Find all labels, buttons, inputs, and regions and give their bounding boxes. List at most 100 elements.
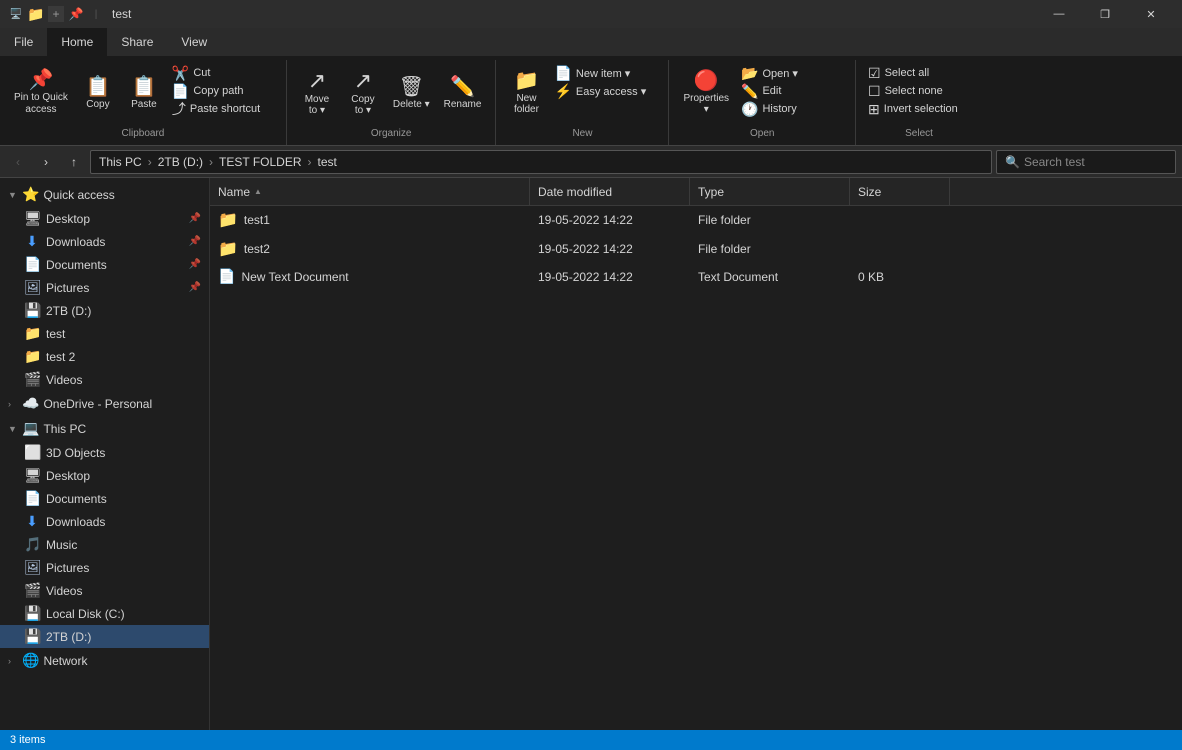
documents-quick-label: Documents <box>46 258 107 272</box>
maximize-button[interactable]: ❐ <box>1082 0 1128 28</box>
edit-icon: ✏️ <box>741 84 758 98</box>
col-name-label: Name <box>218 185 250 199</box>
select-small-buttons: ☑ Select all ☐ Select none ⊞ Invert sele… <box>864 64 974 118</box>
open-button[interactable]: 📂 Open ▾ <box>737 64 847 82</box>
paste-shortcut-button[interactable]: ⤴ Paste shortcut <box>168 100 278 118</box>
up-button[interactable]: ↑ <box>62 150 86 174</box>
downloads-quick-label: Downloads <box>46 235 105 249</box>
history-button[interactable]: 🕐 History <box>737 100 847 118</box>
properties-label: Properties▾ <box>683 93 729 115</box>
sidebar-item-videos-quick[interactable]: 🎬 Videos <box>0 368 209 391</box>
menu-share[interactable]: Share <box>107 28 167 56</box>
select-none-button[interactable]: ☐ Select none <box>864 82 974 100</box>
sidebar-item-documents-quick[interactable]: 📄 Documents 📌 <box>0 253 209 276</box>
move-to-button[interactable]: ↗ Moveto ▾ <box>295 64 339 122</box>
invert-icon: ⊞ <box>868 102 880 116</box>
sidebar-item-pictures-pc[interactable]: 🖼 Pictures <box>0 556 209 579</box>
sidebar-item-test2-quick[interactable]: 📁 test 2 <box>0 345 209 368</box>
sidebar-item-pictures-quick[interactable]: 🖼 Pictures 📌 <box>0 276 209 299</box>
search-box[interactable]: 🔍 Search test <box>996 150 1176 174</box>
test2-label: test 2 <box>46 350 75 364</box>
local-disk-icon: 💾 <box>24 605 40 622</box>
copy-path-button[interactable]: 📄 Copy path <box>168 82 278 100</box>
cut-button[interactable]: ✂️ Cut <box>168 64 278 82</box>
easy-access-button[interactable]: ⚡ Easy access ▾ <box>550 82 660 100</box>
table-row[interactable]: 📁 test1 19-05-2022 14:22 File folder <box>210 206 1182 235</box>
sidebar-item-downloads-pc[interactable]: ⬇ Downloads <box>0 510 209 533</box>
sidebar-onedrive-header[interactable]: › ☁️ OneDrive - Personal <box>0 391 209 416</box>
open-label: Open <box>750 128 774 141</box>
properties-button[interactable]: 🔴 Properties▾ <box>677 64 735 122</box>
copy-to-button[interactable]: ↗ Copyto ▾ <box>341 64 385 122</box>
rename-button[interactable]: ✏️ Rename <box>438 64 488 122</box>
file-type-cell: File folder <box>690 213 850 227</box>
paste-button[interactable]: 📋 Paste <box>122 64 166 122</box>
new-folder-button[interactable]: 📁 Newfolder <box>504 64 548 122</box>
table-row[interactable]: 📁 test2 19-05-2022 14:22 File folder <box>210 235 1182 264</box>
sidebar-item-3d-objects[interactable]: ⬜ 3D Objects <box>0 441 209 464</box>
open-buttons: 🔴 Properties▾ 📂 Open ▾ ✏️ Edit 🕐 History <box>677 64 847 128</box>
new-folder-label: Newfolder <box>514 93 539 115</box>
this-pc-icon: 💻 <box>22 420 39 437</box>
ribbon-group-new: 📁 Newfolder 📄 New item ▾ ⚡ Easy access ▾… <box>496 60 669 145</box>
table-row[interactable]: 📄 New Text Document 19-05-2022 14:22 Tex… <box>210 264 1182 290</box>
menu-home[interactable]: Home <box>47 28 107 56</box>
sidebar-item-2tb-quick[interactable]: 💾 2TB (D:) <box>0 299 209 322</box>
file-name: test2 <box>244 242 270 256</box>
sidebar-item-desktop-quick[interactable]: 🖥 Desktop 📌 <box>0 207 209 230</box>
expand-icon: ▼ <box>8 190 18 200</box>
new-folder-icon: 📁 <box>514 71 539 91</box>
address-bar[interactable]: This PC › 2TB (D:) › TEST FOLDER › test <box>90 150 992 174</box>
easy-access-icon: ⚡ <box>554 84 571 98</box>
ribbon-group-organize: ↗ Moveto ▾ ↗ Copyto ▾ 🗑 Delete ▾ ✏️ Rena… <box>287 60 497 145</box>
pin-quick-access-button[interactable]: 📌 Pin to Quickaccess <box>8 64 74 122</box>
sidebar-item-local-disk[interactable]: 💾 Local Disk (C:) <box>0 602 209 625</box>
sidebar-this-pc-header[interactable]: ▼ 💻 This PC <box>0 416 209 441</box>
sidebar-item-videos-pc[interactable]: 🎬 Videos <box>0 579 209 602</box>
documents-pc-icon: 📄 <box>24 490 40 507</box>
menu-file[interactable]: File <box>0 28 47 56</box>
delete-button[interactable]: 🗑 Delete ▾ <box>387 64 436 122</box>
desktop-icon: 🖥 <box>24 210 40 227</box>
col-header-type[interactable]: Type <box>690 178 850 205</box>
new-item-button[interactable]: 📄 New item ▾ <box>550 64 660 82</box>
col-header-name[interactable]: Name ▲ <box>210 178 530 205</box>
col-header-size[interactable]: Size <box>850 178 950 205</box>
sidebar-quick-access-header[interactable]: ▼ ⭐ Quick access <box>0 182 209 207</box>
col-header-date[interactable]: Date modified <box>530 178 690 205</box>
2tb-label: 2TB (D:) <box>46 304 91 318</box>
search-icon: 🔍 <box>1005 155 1020 169</box>
addr-this-pc[interactable]: This PC <box>99 155 142 169</box>
music-pc-label: Music <box>46 538 77 552</box>
addr-test[interactable]: test <box>318 155 337 169</box>
back-button[interactable]: ‹ <box>6 150 30 174</box>
sidebar-item-2tb-pc[interactable]: 💾 2TB (D:) <box>0 625 209 648</box>
invert-selection-button[interactable]: ⊞ Invert selection <box>864 100 974 118</box>
sidebar-item-downloads-quick[interactable]: ⬇ Downloads 📌 <box>0 230 209 253</box>
forward-button[interactable]: › <box>34 150 58 174</box>
sidebar-network-header[interactable]: › 🌐 Network <box>0 648 209 673</box>
network-icon: 🌐 <box>22 652 39 669</box>
copy-button[interactable]: 📋 Copy <box>76 64 120 122</box>
network-label: Network <box>43 654 87 668</box>
minimize-button[interactable]: — <box>1036 0 1082 28</box>
sidebar-item-test-quick[interactable]: 📁 test <box>0 322 209 345</box>
videos-pc-icon: 🎬 <box>24 582 40 599</box>
sidebar-item-documents-pc[interactable]: 📄 Documents <box>0 487 209 510</box>
copy-path-label: Copy path <box>193 85 243 97</box>
sidebar-item-music-pc[interactable]: 🎵 Music <box>0 533 209 556</box>
addr-test-folder[interactable]: TEST FOLDER <box>219 155 301 169</box>
pictures-pc-icon: 🖼 <box>24 559 40 576</box>
clipboard-label: Clipboard <box>122 128 165 141</box>
menu-view[interactable]: View <box>167 28 221 56</box>
invert-label: Invert selection <box>884 103 958 115</box>
close-button[interactable]: ✕ <box>1128 0 1174 28</box>
documents-pc-label: Documents <box>46 492 107 506</box>
sidebar-item-desktop-pc[interactable]: 🖥 Desktop <box>0 464 209 487</box>
select-all-icon: ☑ <box>868 66 881 80</box>
paste-shortcut-icon: ⤴ <box>172 102 186 116</box>
addr-2tb[interactable]: 2TB (D:) <box>158 155 203 169</box>
select-all-button[interactable]: ☑ Select all <box>864 64 974 82</box>
edit-button[interactable]: ✏️ Edit <box>737 82 847 100</box>
file-size-cell: 0 KB <box>850 270 950 284</box>
